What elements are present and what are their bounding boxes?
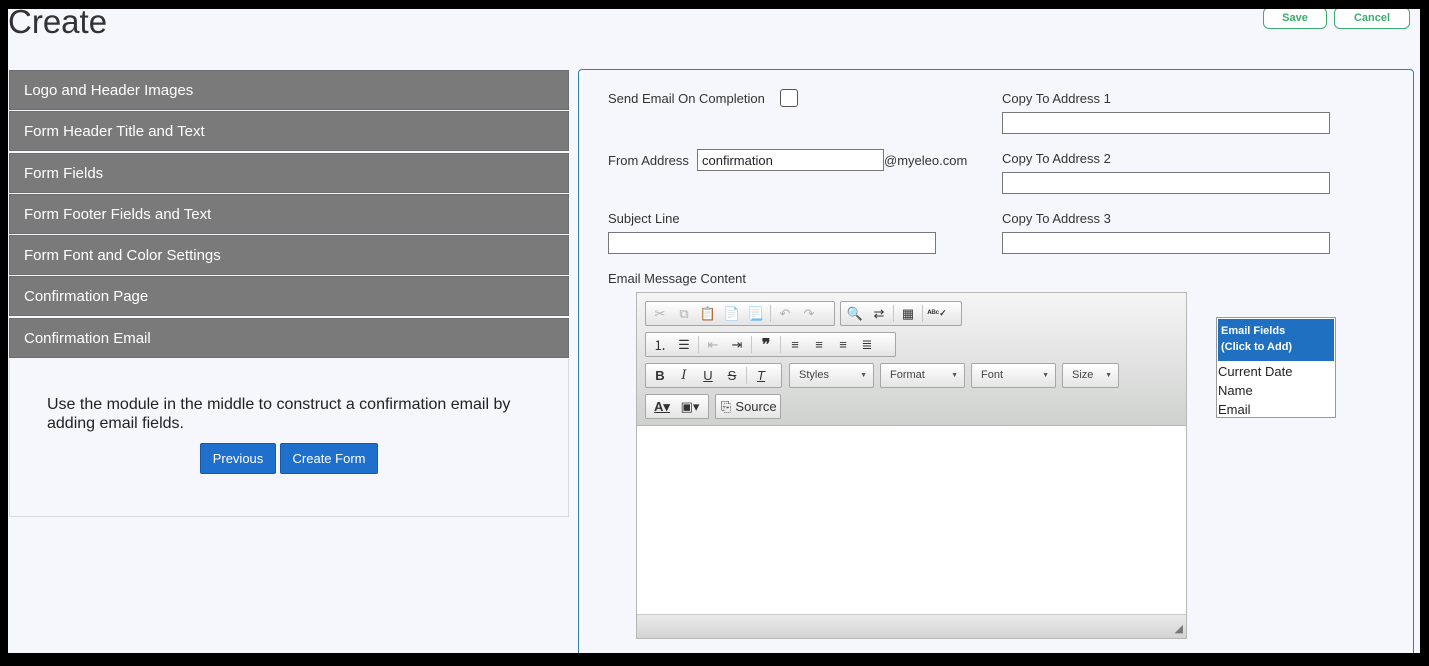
page-title: Create	[8, 9, 108, 40]
copy-address-2-label: Copy To Address 2	[1002, 151, 1111, 166]
save-button[interactable]: Save	[1263, 9, 1327, 29]
source-icon: ⎘	[721, 398, 732, 414]
color-group: A▾ ▣▾	[645, 394, 709, 419]
chevron-down-icon: ▼	[951, 372, 958, 379]
editor-status-bar: ◢	[637, 614, 1186, 638]
email-field-name[interactable]: Name	[1217, 381, 1335, 400]
format-dropdown[interactable]: Format ▼	[880, 363, 965, 388]
rich-text-editor: ✂ ⧉ 📋 📄 📃 ↶ ↷ 🔍 ⇄ ▦ ᴬᴮᶜ✓ ⒈ ☰ ⇤ ⇥ ❞ ≡ ≡ ≡…	[636, 292, 1187, 639]
styles-dropdown-label: Styles	[799, 369, 829, 381]
toolbar-separator	[893, 305, 894, 322]
previous-button[interactable]: Previous	[200, 443, 276, 474]
size-dropdown-label: Size	[1072, 369, 1094, 381]
settings-accordion: Logo and Header Images Form Header Title…	[9, 70, 569, 359]
editor-content-area[interactable]	[637, 427, 1186, 615]
font-dropdown[interactable]: Font ▼	[971, 363, 1056, 388]
text-color-icon[interactable]: A▾	[648, 396, 676, 417]
source-label: Source	[735, 399, 777, 414]
copy-address-1-label: Copy To Address 1	[1002, 91, 1111, 106]
from-domain-text: @myeleo.com	[884, 153, 968, 168]
send-email-label: Send Email On Completion	[608, 91, 765, 106]
clipboard-group: ✂ ⧉ 📋 📄 📃 ↶ ↷	[645, 301, 835, 326]
editor-toolbar: ✂ ⧉ 📋 📄 📃 ↶ ↷ 🔍 ⇄ ▦ ᴬᴮᶜ✓ ⒈ ☰ ⇤ ⇥ ❞ ≡ ≡ ≡…	[637, 293, 1186, 426]
italic-icon[interactable]: I	[672, 365, 696, 386]
undo-icon[interactable]: ↶	[773, 303, 797, 324]
paragraph-group: ⒈ ☰ ⇤ ⇥ ❞ ≡ ≡ ≡ ≣	[645, 332, 896, 357]
email-field-current-date[interactable]: Current Date	[1217, 362, 1335, 381]
find-group: 🔍 ⇄ ▦ ᴬᴮᶜ✓	[840, 301, 962, 326]
font-dropdown-label: Font	[981, 369, 1004, 381]
blockquote-icon[interactable]: ❞	[754, 334, 778, 355]
align-left-icon[interactable]: ≡	[783, 334, 807, 355]
accordion-item-confirmation-email[interactable]: Confirmation Email	[9, 317, 569, 358]
email-fields-header: Email Fields (Click to Add)	[1218, 319, 1334, 361]
size-dropdown[interactable]: Size ▼	[1062, 363, 1119, 388]
chevron-down-icon: ▼	[1105, 372, 1112, 379]
replace-icon[interactable]: ⇄	[867, 303, 891, 324]
send-email-checkbox[interactable]	[780, 89, 798, 107]
redo-icon[interactable]: ↷	[797, 303, 821, 324]
bulleted-list-icon[interactable]: ☰	[672, 334, 696, 355]
find-icon[interactable]: 🔍	[843, 303, 867, 324]
paste-word-icon[interactable]: 📃	[744, 303, 768, 324]
numbered-list-icon[interactable]: ⒈	[648, 334, 672, 355]
copy-icon[interactable]: ⧉	[672, 303, 696, 324]
spellcheck-icon[interactable]: ᴬᴮᶜ✓	[925, 303, 949, 324]
from-address-input[interactable]	[697, 149, 884, 171]
align-right-icon[interactable]: ≡	[831, 334, 855, 355]
toolbar-separator	[780, 336, 781, 353]
cut-icon[interactable]: ✂	[648, 303, 672, 324]
panel-instructions: Use the module in the middle to construc…	[47, 396, 511, 432]
underline-icon[interactable]: U	[696, 365, 720, 386]
accordion-item-header-title[interactable]: Form Header Title and Text	[9, 111, 569, 152]
strikethrough-icon[interactable]: S	[720, 365, 744, 386]
toolbar-separator	[698, 336, 699, 353]
paste-text-icon[interactable]: 📄	[720, 303, 744, 324]
cancel-button[interactable]: Cancel	[1334, 9, 1410, 29]
email-fields-hint: (Click to Add)	[1221, 341, 1293, 353]
source-group: ⎘ Source	[715, 394, 781, 419]
styles-dropdown[interactable]: Styles ▼	[789, 363, 874, 388]
email-field-email[interactable]: Email	[1217, 400, 1335, 419]
accordion-item-form-fields[interactable]: Form Fields	[9, 152, 569, 193]
chevron-down-icon: ▼	[1042, 372, 1049, 379]
from-address-label: From Address	[608, 153, 689, 168]
accordion-item-font-color[interactable]: Form Font and Color Settings	[9, 235, 569, 276]
align-center-icon[interactable]: ≡	[807, 334, 831, 355]
copy-address-3-label: Copy To Address 3	[1002, 211, 1111, 226]
email-fields-list: Email Fields (Click to Add) Current Date…	[1216, 317, 1336, 418]
background-color-icon[interactable]: ▣▾	[676, 396, 704, 417]
email-settings-panel: Send Email On Completion From Address @m…	[578, 69, 1414, 653]
resize-handle-icon[interactable]: ◢	[1175, 622, 1183, 635]
indent-icon[interactable]: ⇥	[725, 334, 749, 355]
accordion-panel-confirmation-email: Use the module in the middle to construc…	[9, 359, 569, 517]
subject-line-input[interactable]	[608, 232, 936, 254]
email-content-label: Email Message Content	[608, 271, 747, 286]
create-form-button[interactable]: Create Form	[280, 443, 378, 474]
outdent-icon[interactable]: ⇤	[701, 334, 725, 355]
accordion-item-footer-fields[interactable]: Form Footer Fields and Text	[9, 193, 569, 234]
format-dropdown-label: Format	[890, 369, 925, 381]
chevron-down-icon: ▼	[860, 372, 867, 379]
select-all-icon[interactable]: ▦	[896, 303, 920, 324]
align-justify-icon[interactable]: ≣	[855, 334, 879, 355]
remove-format-icon[interactable]: T	[749, 365, 773, 386]
paste-icon[interactable]: 📋	[696, 303, 720, 324]
source-button[interactable]: ⎘ Source	[718, 396, 780, 417]
copy-address-1-input[interactable]	[1002, 112, 1330, 134]
subject-line-label: Subject Line	[608, 211, 680, 226]
toolbar-separator	[770, 305, 771, 322]
text-style-group: B I U S T	[645, 363, 782, 388]
copy-address-2-input[interactable]	[1002, 172, 1330, 194]
toolbar-separator	[746, 367, 747, 384]
app-window: Create Save Cancel Logo and Header Image…	[8, 9, 1420, 653]
accordion-item-confirmation-page[interactable]: Confirmation Page	[9, 276, 569, 317]
accordion-item-logo-header[interactable]: Logo and Header Images	[9, 70, 569, 110]
toolbar-separator	[922, 305, 923, 322]
copy-address-3-input[interactable]	[1002, 232, 1330, 254]
email-fields-title: Email Fields	[1221, 325, 1286, 337]
toolbar-separator	[751, 336, 752, 353]
bold-icon[interactable]: B	[648, 365, 672, 386]
